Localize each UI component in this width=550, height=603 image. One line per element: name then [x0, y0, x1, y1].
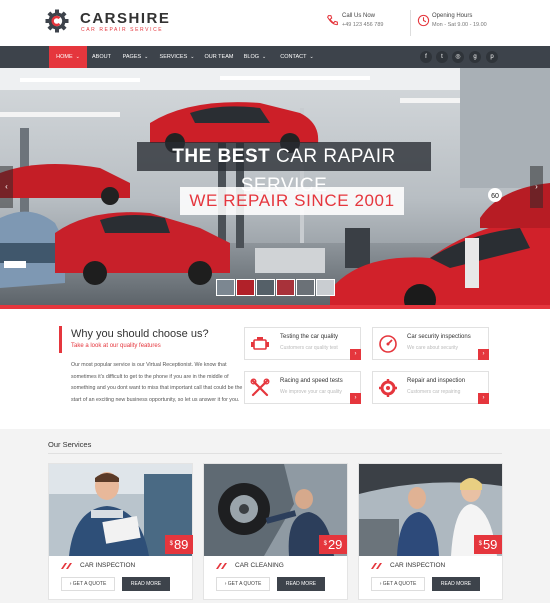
- read-more-button[interactable]: READ MORE: [122, 577, 170, 591]
- chevron-right-icon: ›: [379, 581, 382, 587]
- gear-icon: [379, 379, 397, 397]
- price-badge: $59: [474, 535, 502, 554]
- hero-subheadline: WE REPAIR SINCE 2001: [180, 187, 404, 215]
- stripes-icon: [61, 563, 72, 569]
- feature-subtitle: Customers car quality test: [280, 345, 338, 351]
- chevron-right-icon: ›: [224, 581, 227, 587]
- slider-thumbnail[interactable]: [316, 279, 335, 296]
- nav-our-team[interactable]: OUR TEAM: [200, 46, 238, 68]
- feature-arrow-button[interactable]: ›: [350, 349, 361, 360]
- why-paragraph: Our most popular service is our Virtual …: [71, 362, 243, 403]
- slider-thumbnail[interactable]: [236, 279, 255, 296]
- nav-about[interactable]: ABOUT: [88, 46, 115, 68]
- hours-value: Mon - Sat 9.00 - 19.00: [432, 22, 487, 28]
- read-more-button[interactable]: READ MORE: [277, 577, 325, 591]
- nav-home[interactable]: HOME ⌄: [49, 46, 87, 68]
- speedometer-icon: [379, 335, 397, 353]
- feature-arrow-button[interactable]: ›: [350, 393, 361, 404]
- get-quote-button[interactable]: › GET A QUOTE: [61, 577, 115, 591]
- nav-pages[interactable]: PAGES ⌄: [118, 46, 153, 68]
- slider-thumbnail[interactable]: [256, 279, 275, 296]
- feature-title: Repair and inspection: [407, 378, 466, 384]
- clock-icon: [417, 14, 430, 27]
- feature-arrow-button[interactable]: ›: [478, 349, 489, 360]
- wrench-icon: [250, 378, 270, 397]
- facebook-icon[interactable]: f: [420, 51, 432, 63]
- brand-tagline: CAR REPAIR SERVICE: [81, 27, 164, 33]
- slider-thumbnail[interactable]: [276, 279, 295, 296]
- title-accent-bar: [59, 326, 62, 353]
- chevron-down-icon: ⌄: [144, 54, 149, 60]
- service-title[interactable]: CAR CLEANING: [235, 562, 284, 569]
- services-divider: [48, 453, 502, 454]
- call-value[interactable]: +49 123 456 789: [342, 22, 383, 28]
- chevron-down-icon: ⌄: [190, 54, 195, 60]
- chevron-right-icon: ›: [69, 581, 72, 587]
- price-badge: $29: [319, 535, 347, 554]
- feature-subtitle: We care about security: [407, 345, 459, 351]
- chevron-down-icon: ⌄: [309, 54, 314, 60]
- why-title: Why you should choose us?: [71, 328, 209, 340]
- price-badge: $89: [165, 535, 193, 554]
- stripes-icon: [371, 563, 382, 569]
- feature-title: Car security inspections: [407, 334, 471, 340]
- hours-title: Opening Hours: [432, 13, 473, 19]
- feature-title: Racing and speed tests: [280, 378, 343, 384]
- feature-subtitle: Customers car repairing: [407, 389, 461, 395]
- why-subtitle: Take a look at our quality features: [71, 343, 161, 349]
- call-title: Call Us Now: [342, 13, 376, 19]
- get-quote-button[interactable]: › GET A QUOTE: [371, 577, 425, 591]
- service-title[interactable]: CAR INSPECTION: [80, 562, 135, 569]
- feature-arrow-button[interactable]: ›: [478, 393, 489, 404]
- gear-logo-icon[interactable]: [45, 9, 69, 33]
- nav-services[interactable]: SERVICES ⌄: [156, 46, 198, 68]
- slider-thumbnail[interactable]: [296, 279, 315, 296]
- hero-sign-text: 60: [491, 193, 499, 200]
- service-title[interactable]: CAR INSPECTION: [390, 562, 445, 569]
- hero-headline: THE BEST CAR RAPAIR SERVICE: [137, 142, 431, 196]
- brand-name[interactable]: CARSHIRE: [80, 10, 170, 27]
- slider-prev-arrow[interactable]: ‹: [0, 166, 13, 208]
- chevron-down-icon: ⌄: [75, 54, 80, 60]
- stripes-icon: [216, 563, 227, 569]
- phone-icon: [327, 15, 338, 26]
- header-divider: [410, 10, 411, 36]
- car-engine-icon: [251, 337, 269, 350]
- nav-contact[interactable]: CONTACT ⌄: [276, 46, 318, 68]
- get-quote-button[interactable]: › GET A QUOTE: [216, 577, 270, 591]
- feature-subtitle: We improve your car quality: [280, 389, 342, 395]
- pinterest-icon[interactable]: p: [486, 51, 498, 63]
- twitter-icon[interactable]: t: [436, 51, 448, 63]
- slider-next-arrow[interactable]: ›: [530, 166, 543, 208]
- slider-thumbnail[interactable]: [216, 279, 235, 296]
- instagram-icon[interactable]: ◎: [452, 51, 464, 63]
- nav-blog[interactable]: BLOG ⌄: [240, 46, 270, 68]
- google-plus-icon[interactable]: g: [469, 51, 481, 63]
- services-heading: Our Services: [48, 440, 92, 449]
- read-more-button[interactable]: READ MORE: [432, 577, 480, 591]
- chevron-down-icon: ⌄: [262, 54, 267, 60]
- feature-title: Testing the car quality: [280, 334, 339, 340]
